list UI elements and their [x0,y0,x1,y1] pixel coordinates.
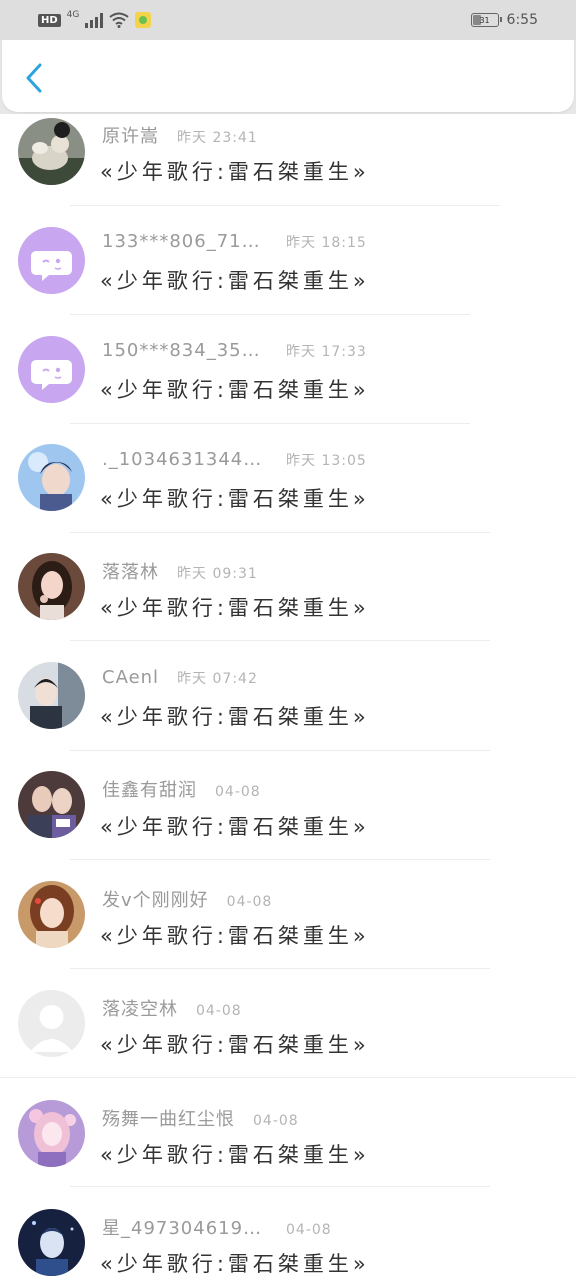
user-name[interactable]: 殇舞一曲红尘恨 [102,1105,235,1131]
comment-message: «少年歌行:雷石桀重生» [100,1033,370,1057]
avatar[interactable] [18,662,85,729]
user-name[interactable]: 佳鑫有甜润 [102,776,197,802]
user-name[interactable]: 原许嵩 [102,122,159,148]
comment-header: 星_497304619894… 04-08 [102,1214,332,1240]
comment-time: 昨天 09:31 [177,566,258,582]
signal-icon [85,12,104,28]
divider [70,314,470,315]
avatar[interactable] [18,553,85,620]
network-type: 4G [66,10,80,20]
comment-message: «少年歌行:雷石桀重生» [100,1143,370,1167]
avatar[interactable] [18,990,85,1057]
user-name[interactable]: 150***834_359538… [102,340,268,361]
avatar[interactable] [18,336,85,403]
user-name[interactable]: 133***806_714130… [102,231,268,252]
avatar[interactable] [18,1209,85,1276]
user-name[interactable]: 落凌空林 [102,995,178,1021]
status-bar: HD 4G 31 6:55 [0,0,576,40]
comment-header: 133***806_714130… 昨天 18:15 [102,231,367,252]
avatar[interactable] [18,444,85,511]
divider [70,640,490,641]
comment-time: 04-08 [215,784,261,800]
user-name[interactable]: ._103463134427558… [102,449,268,470]
divider [70,968,490,969]
comment-header: ._103463134427558… 昨天 13:05 [102,449,367,470]
avatar[interactable] [18,771,85,838]
divider [0,1077,576,1078]
divider [70,532,490,533]
user-name[interactable]: 发v个刚刚好 [102,886,209,912]
divider [70,750,490,751]
avatar[interactable] [18,118,85,185]
comment-message: «少年歌行:雷石桀重生» [100,487,370,511]
comment-time: 04-08 [286,1222,332,1238]
comment-header: 佳鑫有甜润 04-08 [102,776,261,802]
comment-message: «少年歌行:雷石桀重生» [100,378,370,402]
comment-header: 发v个刚刚好 04-08 [102,886,272,912]
avatar[interactable] [18,1100,85,1167]
avatar[interactable] [18,227,85,294]
comment-message: «少年歌行:雷石桀重生» [100,596,370,620]
comment-time: 昨天 17:33 [286,344,367,360]
comment-message: «少年歌行:雷石桀重生» [100,160,370,184]
status-time: 6:55 [506,12,538,28]
chevron-left-icon [26,63,42,93]
comment-time: 昨天 23:41 [177,130,258,146]
hd-badge: HD [38,13,61,27]
avatar[interactable] [18,881,85,948]
user-name[interactable]: CAenl [102,667,159,688]
comment-message: «少年歌行:雷石桀重生» [100,705,370,729]
comment-header: 150***834_359538… 昨天 17:33 [102,340,367,361]
comment-time: 昨天 18:15 [286,235,367,251]
battery-level: 31 [479,15,490,25]
comment-time: 04-08 [253,1113,299,1129]
comment-time: 04-08 [196,1003,242,1019]
comment-time: 04-08 [226,894,273,910]
comment-header: 落落林 昨天 09:31 [102,558,258,584]
divider [70,423,470,424]
comment-header: CAenl 昨天 07:42 [102,667,258,688]
comment-header: 殇舞一曲红尘恨 04-08 [102,1105,299,1131]
app-notification-icon [135,12,152,28]
wifi-icon [109,12,129,28]
comment-item[interactable]: 星_497304619894… 04-08 «少年歌行:雷石桀重生» [0,112,576,1276]
user-name[interactable]: 落落林 [102,558,159,584]
divider [70,205,500,206]
comment-header: 原许嵩 昨天 23:41 [102,122,258,148]
user-name[interactable]: 星_497304619894… [102,1214,268,1240]
comment-header: 落凌空林 04-08 [102,995,242,1021]
comment-time: 昨天 13:05 [286,453,367,469]
divider [70,1186,490,1187]
comment-message: «少年歌行:雷石桀重生» [100,815,370,839]
status-right: 31 6:55 [470,12,538,28]
divider [70,859,490,860]
battery-icon: 31 [470,13,502,27]
comment-list: 原许嵩 昨天 23:41 «少年歌行:雷石桀重生» 133***806_714130…… [0,112,576,1280]
back-button[interactable] [16,60,52,96]
app-header [2,40,574,112]
comment-message: «少年歌行:雷石桀重生» [100,924,370,948]
comment-message: «少年歌行:雷石桀重生» [100,269,370,293]
status-left: HD 4G [38,10,152,28]
comment-time: 昨天 07:42 [177,671,258,687]
comment-message: «少年歌行:雷石桀重生» [100,1252,370,1276]
